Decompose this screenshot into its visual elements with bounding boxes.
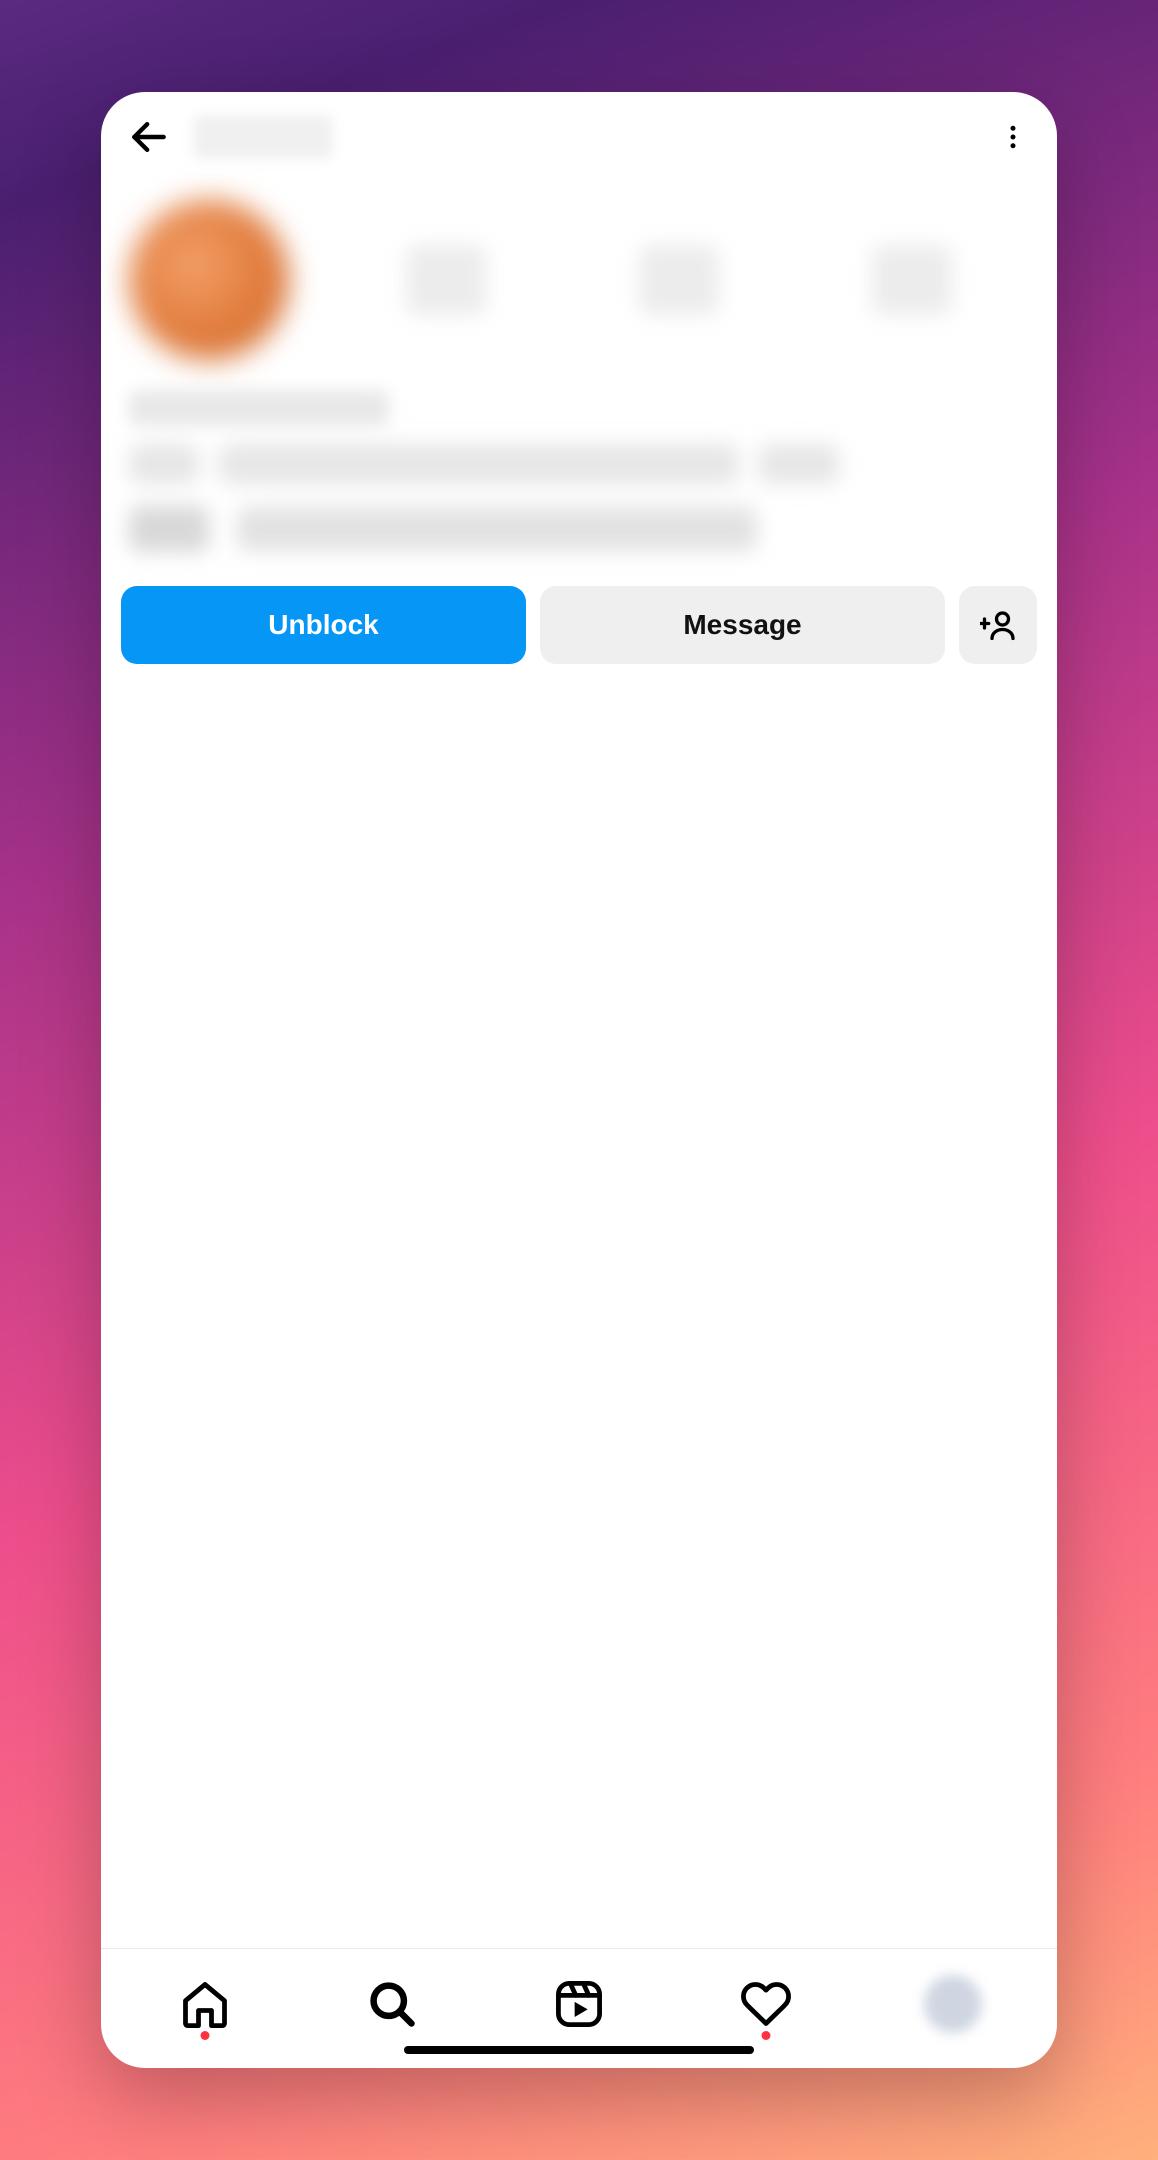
profile-actions: Unblock Message — [101, 552, 1057, 664]
bio-chip-blurred — [129, 506, 209, 552]
username-blurred — [193, 115, 333, 159]
home-indicator — [404, 2046, 754, 2054]
search-icon — [366, 1978, 418, 2030]
message-button[interactable]: Message — [540, 586, 945, 664]
bio-line-1-blurred — [129, 444, 1029, 484]
stats-blurred — [329, 245, 1029, 315]
bio-line-2-blurred — [129, 506, 1029, 552]
nav-search[interactable] — [337, 1964, 447, 2044]
stat-followers-blurred — [639, 245, 719, 315]
nav-profile[interactable] — [898, 1964, 1008, 2044]
arrow-left-icon — [127, 115, 171, 159]
more-vertical-icon — [998, 122, 1028, 152]
app-screen: Unblock Message — [101, 92, 1057, 2068]
notification-dot — [762, 2031, 771, 2040]
profile-thumb-blurred — [924, 1975, 982, 2033]
suggested-accounts-button[interactable] — [959, 586, 1037, 664]
profile-row — [129, 200, 1029, 360]
avatar-blurred — [129, 200, 289, 360]
add-user-icon — [980, 607, 1016, 643]
nav-home[interactable] — [150, 1964, 260, 2044]
display-name-blurred — [129, 390, 389, 426]
reels-icon — [553, 1978, 605, 2030]
bio-chip-blurred — [129, 444, 199, 484]
nav-reels[interactable] — [524, 1964, 634, 2044]
back-button[interactable] — [125, 113, 173, 161]
bio-chip-blurred — [237, 507, 757, 551]
stat-following-blurred — [872, 245, 952, 315]
more-options-button[interactable] — [993, 117, 1033, 157]
top-bar — [101, 92, 1057, 182]
profile-header-blurred — [101, 182, 1057, 552]
nav-activity[interactable] — [711, 1964, 821, 2044]
unblock-button[interactable]: Unblock — [121, 586, 526, 664]
home-icon — [179, 1978, 231, 2030]
notification-dot — [200, 2031, 209, 2040]
heart-icon — [740, 1978, 792, 2030]
bio-chip-blurred — [219, 444, 739, 484]
bottom-nav — [101, 1948, 1057, 2068]
stat-posts-blurred — [406, 245, 486, 315]
profile-content-empty — [101, 664, 1057, 1948]
bio-chip-blurred — [759, 444, 839, 484]
